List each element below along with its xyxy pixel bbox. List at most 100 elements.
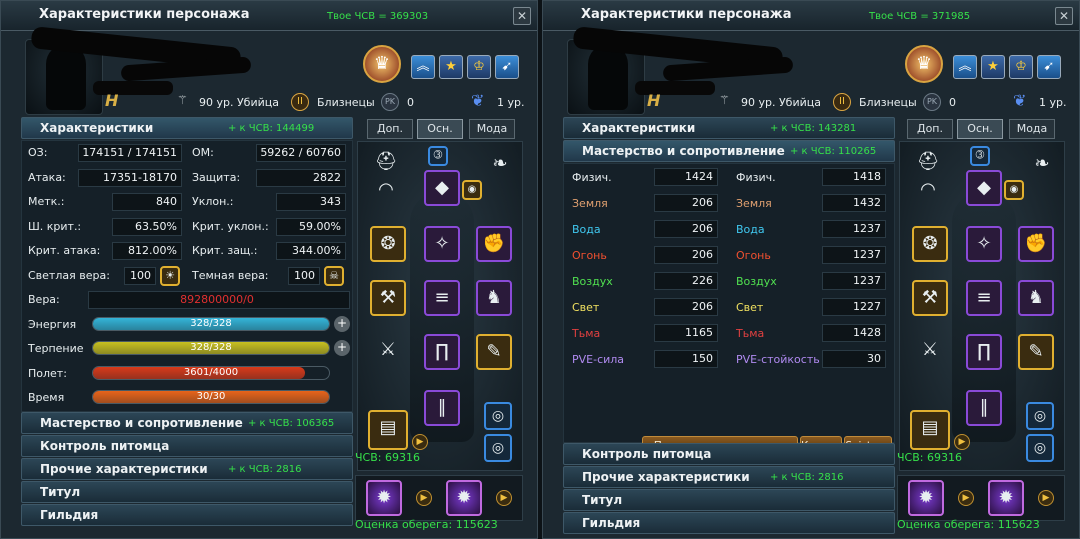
weapon-slot[interactable]: ⚒ bbox=[912, 280, 948, 316]
charm-slot-1[interactable]: ✹ bbox=[366, 480, 402, 516]
scroll-slot[interactable]: ✎ bbox=[1018, 334, 1054, 370]
legs-slot[interactable]: ∏ bbox=[966, 334, 1002, 370]
critdef-label: Крит. защ.: bbox=[192, 244, 258, 257]
armor-slot[interactable]: ✧ bbox=[966, 226, 1002, 262]
necklace-slot[interactable]: ❂ bbox=[370, 226, 406, 262]
belt-slot[interactable]: ≡ bbox=[424, 280, 460, 316]
light-faith-icon[interactable]: ☀ bbox=[160, 265, 180, 286]
atk-value: 17351-18170 bbox=[78, 168, 182, 187]
ring-slot-1[interactable]: ◎ bbox=[1026, 402, 1054, 430]
star-icon[interactable]: ★ bbox=[981, 55, 1005, 79]
cup-icon[interactable]: ♔ bbox=[1009, 55, 1033, 79]
wings-icon: ❦ bbox=[471, 91, 485, 110]
section-other[interactable]: Прочие характеристики + к ЧСВ: 2816 bbox=[563, 466, 895, 488]
energy-plus-button[interactable]: + bbox=[334, 315, 350, 332]
horn-icon[interactable]: ➹ bbox=[1037, 55, 1061, 79]
flight-bar: 3601/4000 bbox=[92, 365, 330, 380]
tab-extra[interactable]: Доп. bbox=[907, 119, 953, 139]
dark-faith-icon[interactable]: ☠ bbox=[324, 265, 344, 286]
offhand-slot[interactable]: ⚔ bbox=[912, 334, 948, 370]
offhand-slot[interactable]: ⚔ bbox=[370, 334, 406, 370]
pk-value: 0 bbox=[407, 96, 414, 109]
mask-slot[interactable]: ◠ bbox=[368, 174, 404, 210]
wings-slot[interactable]: ❧ bbox=[482, 148, 518, 184]
section-pet[interactable]: Контроль питомца bbox=[21, 434, 353, 457]
crest-icon[interactable]: ♛ bbox=[363, 45, 401, 83]
charm-arrow-icon[interactable]: ▶ bbox=[958, 490, 974, 506]
section-pet[interactable]: Контроль питомца bbox=[563, 443, 895, 465]
chest-slot[interactable]: ◆ bbox=[424, 170, 460, 206]
chest-slot[interactable]: ◆ bbox=[966, 170, 1002, 206]
shoes-slot[interactable]: ∥ bbox=[424, 390, 460, 426]
book-arrow-icon[interactable]: ▶ bbox=[954, 434, 970, 450]
section-mastery[interactable]: Мастерство и сопротивление + к ЧСВ: 1102… bbox=[563, 140, 895, 162]
book-arrow-icon[interactable]: ▶ bbox=[412, 434, 428, 450]
pk-icon: PK bbox=[923, 93, 941, 111]
shoes-slot[interactable]: ∥ bbox=[966, 390, 1002, 426]
section-stats[interactable]: Характеристики + к ЧСВ: 144499 bbox=[21, 117, 353, 139]
wing-rank-icon[interactable]: ︽ bbox=[953, 55, 977, 79]
crit-value: 63.50% bbox=[112, 217, 182, 236]
book-slot[interactable]: ▤ bbox=[910, 410, 950, 450]
section-title[interactable]: Титул bbox=[563, 489, 895, 511]
horn-icon[interactable]: ➹ bbox=[495, 55, 519, 79]
charm-slot-1[interactable]: ✹ bbox=[908, 480, 944, 516]
necklace-slot[interactable]: ❂ bbox=[912, 226, 948, 262]
eye-slot[interactable]: ◉ bbox=[1004, 180, 1024, 200]
weapon-slot[interactable]: ⚒ bbox=[370, 280, 406, 316]
section-other[interactable]: Прочие характеристики + к ЧСВ: 2816 bbox=[21, 457, 353, 480]
ring-slot-2[interactable]: ◎ bbox=[1026, 434, 1054, 462]
pk-icon: PK bbox=[381, 93, 399, 111]
tab-main[interactable]: Осн. bbox=[957, 119, 1003, 139]
section-guild[interactable]: Гильдия bbox=[21, 503, 353, 526]
section-guild[interactable]: Гильдия bbox=[563, 512, 895, 534]
rune-slot[interactable]: ➂ bbox=[970, 146, 990, 166]
section-stats[interactable]: Характеристики + к ЧСВ: 143281 bbox=[563, 117, 895, 139]
stats-rows: ОЗ: 174151 / 174151 ОМ: 59262 / 60760 Ат… bbox=[21, 140, 353, 412]
wings-slot[interactable]: ❧ bbox=[1024, 148, 1060, 184]
boots-slot[interactable]: ♞ bbox=[476, 280, 512, 316]
mask-slot[interactable]: ◠ bbox=[910, 174, 946, 210]
section-title[interactable]: Титул bbox=[21, 480, 353, 503]
charm-arrow-icon[interactable]: ▶ bbox=[416, 490, 432, 506]
legs-slot[interactable]: ∏ bbox=[424, 334, 460, 370]
csv-total: Твое ЧСВ = 371985 bbox=[869, 11, 971, 22]
wing-rank-icon[interactable]: ︽ bbox=[411, 55, 435, 79]
belt-slot[interactable]: ≡ bbox=[966, 280, 1002, 316]
section-mastery[interactable]: Мастерство и сопротивление + к ЧСВ: 1063… bbox=[21, 411, 353, 434]
level-class: 90 ур. Убийца bbox=[741, 96, 821, 109]
armor-slot[interactable]: ✧ bbox=[424, 226, 460, 262]
mastery-value: 1165 bbox=[654, 324, 718, 342]
tab-main[interactable]: Осн. bbox=[417, 119, 463, 139]
star-icon[interactable]: ★ bbox=[439, 55, 463, 79]
crest-icon[interactable]: ♛ bbox=[905, 45, 943, 83]
equipment-panel: ⛑ ➂ ❧ ◠ ◆ ◉ ❂ ✧ ✊ ⚒ ≡ ♞ ⚔ ∏ ✎ ∥ ◎ ◎ ▤ ▶ bbox=[899, 141, 1065, 471]
flight-label: Полет: bbox=[28, 366, 67, 380]
charm-arrow-icon[interactable]: ▶ bbox=[1038, 490, 1054, 506]
equipment-panel: ⛑ ➂ ❧ ◠ ◆ ◉ ❂ ✧ ✊ ⚒ ≡ ♞ ⚔ ∏ ✎ ∥ ◎ ◎ ▤ ▶ bbox=[357, 141, 523, 471]
patience-plus-button[interactable]: + bbox=[334, 340, 350, 356]
titlebar[interactable]: Характеристики персонажа Твое ЧСВ = 3719… bbox=[543, 1, 1079, 31]
window-title: Характеристики персонажа bbox=[39, 7, 250, 22]
close-icon[interactable]: ✕ bbox=[513, 7, 531, 25]
time-label: Время bbox=[28, 391, 65, 404]
charm-slot-2[interactable]: ✹ bbox=[988, 480, 1024, 516]
ring-slot-1[interactable]: ◎ bbox=[484, 402, 512, 430]
close-icon[interactable]: ✕ bbox=[1055, 7, 1073, 25]
gloves-slot[interactable]: ✊ bbox=[476, 226, 512, 262]
gloves-slot[interactable]: ✊ bbox=[1018, 226, 1054, 262]
tab-extra[interactable]: Доп. bbox=[367, 119, 413, 139]
atk-label: Атака: bbox=[28, 170, 66, 184]
tab-fashion[interactable]: Мода bbox=[1009, 119, 1055, 139]
ring-slot-2[interactable]: ◎ bbox=[484, 434, 512, 462]
titlebar[interactable]: Характеристики персонажа Твое ЧСВ = 3693… bbox=[1, 1, 537, 31]
tab-fashion[interactable]: Мода bbox=[469, 119, 515, 139]
eye-slot[interactable]: ◉ bbox=[462, 180, 482, 200]
scroll-slot[interactable]: ✎ bbox=[476, 334, 512, 370]
cup-icon[interactable]: ♔ bbox=[467, 55, 491, 79]
book-slot[interactable]: ▤ bbox=[368, 410, 408, 450]
charm-slot-2[interactable]: ✹ bbox=[446, 480, 482, 516]
boots-slot[interactable]: ♞ bbox=[1018, 280, 1054, 316]
rune-slot[interactable]: ➂ bbox=[428, 146, 448, 166]
charm-arrow-icon[interactable]: ▶ bbox=[496, 490, 512, 506]
